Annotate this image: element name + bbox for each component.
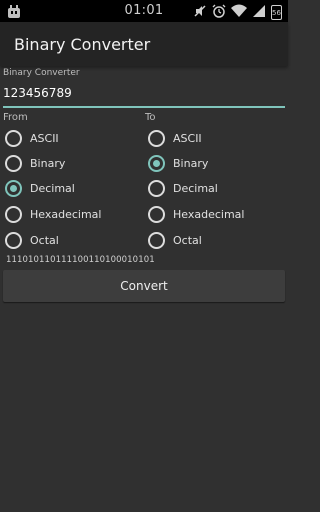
- option-label: Binary: [173, 157, 209, 170]
- result-text: 111010110111100110100010101: [6, 255, 155, 265]
- radio-icon: [5, 155, 22, 172]
- to-option-ascii[interactable]: ASCII: [148, 130, 202, 147]
- from-option-decimal[interactable]: Decimal: [5, 180, 75, 197]
- to-option-hexadecimal[interactable]: Hexadecimal: [148, 206, 244, 223]
- mute-icon: [193, 3, 207, 22]
- radio-checked-icon: [148, 155, 165, 172]
- radio-icon: [148, 232, 165, 249]
- radio-icon: [5, 206, 22, 223]
- wifi-icon: [231, 3, 247, 22]
- action-bar: Binary Converter: [0, 22, 288, 66]
- from-label: From: [3, 112, 28, 123]
- option-label: Hexadecimal: [173, 208, 245, 221]
- from-option-binary[interactable]: Binary: [5, 155, 65, 172]
- option-label: ASCII: [173, 132, 202, 145]
- radio-icon: [148, 206, 165, 223]
- option-label: Octal: [30, 234, 59, 247]
- radio-icon: [5, 130, 22, 147]
- alarm-icon: [212, 3, 226, 22]
- input-wrapper: [3, 80, 285, 108]
- app-title: Binary Converter: [14, 34, 151, 54]
- radio-icon: [148, 130, 165, 147]
- number-input[interactable]: [3, 80, 285, 108]
- to-option-decimal[interactable]: Decimal: [148, 180, 218, 197]
- from-option-octal[interactable]: Octal: [5, 232, 59, 249]
- option-label: Binary: [30, 157, 66, 170]
- option-label: Octal: [173, 234, 202, 247]
- option-label: Hexadecimal: [30, 208, 102, 221]
- radio-icon: [5, 232, 22, 249]
- signal-icon: [252, 3, 266, 22]
- from-option-ascii[interactable]: ASCII: [5, 130, 59, 147]
- battery-icon: 56: [271, 5, 282, 20]
- to-label: To: [145, 112, 156, 123]
- radio-checked-icon: [5, 180, 22, 197]
- convert-button[interactable]: Convert: [3, 270, 285, 302]
- battery-level: 56: [272, 8, 281, 17]
- to-option-binary[interactable]: Binary: [148, 155, 208, 172]
- status-bar: 01:01 56: [0, 0, 288, 22]
- from-option-hexadecimal[interactable]: Hexadecimal: [5, 206, 101, 223]
- option-label: Decimal: [173, 182, 218, 195]
- input-label: Binary Converter: [3, 68, 80, 78]
- option-label: Decimal: [30, 182, 75, 195]
- to-option-octal[interactable]: Octal: [148, 232, 202, 249]
- radio-icon: [148, 180, 165, 197]
- option-label: ASCII: [30, 132, 59, 145]
